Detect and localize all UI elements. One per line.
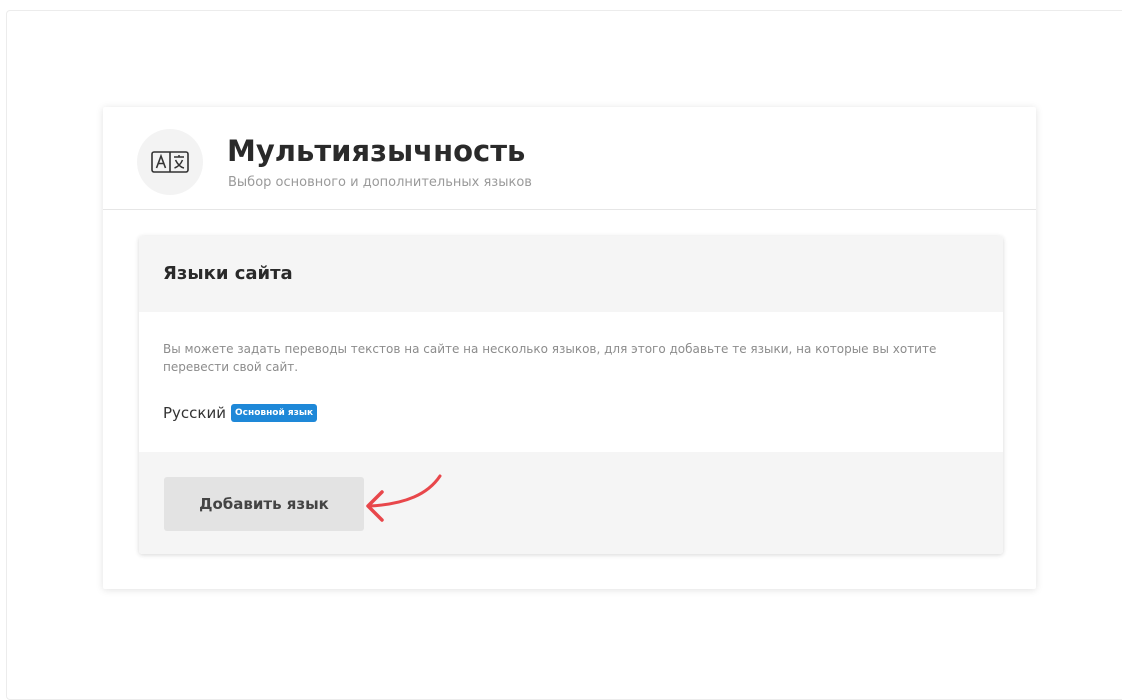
translate-icon xyxy=(151,151,189,173)
site-languages-panel: Языки сайта Вы можете задать переводы те… xyxy=(139,236,1003,554)
panel-body: Вы можете задать переводы текстов на сай… xyxy=(139,312,1003,452)
main-language-badge: Основной язык xyxy=(230,404,318,422)
panel-description: Вы можете задать переводы текстов на сай… xyxy=(163,342,937,374)
card-header: Мультиязычность Выбор основного и дополн… xyxy=(103,107,1036,210)
language-name: Русский xyxy=(163,404,226,422)
annotation-arrow-icon xyxy=(366,474,442,522)
multilanguage-card: Мультиязычность Выбор основного и дополн… xyxy=(103,107,1036,589)
translate-icon-badge xyxy=(137,129,203,195)
add-language-button[interactable]: Добавить язык xyxy=(164,477,364,531)
panel-title: Языки сайта xyxy=(163,263,293,284)
page-title: Мультиязычность xyxy=(227,134,526,168)
panel-header: Языки сайта xyxy=(139,236,1003,312)
page-subtitle: Выбор основного и дополнительных языков xyxy=(228,175,532,190)
language-item: Русский Основной язык xyxy=(163,404,318,422)
panel-footer: Добавить язык xyxy=(139,452,1003,554)
